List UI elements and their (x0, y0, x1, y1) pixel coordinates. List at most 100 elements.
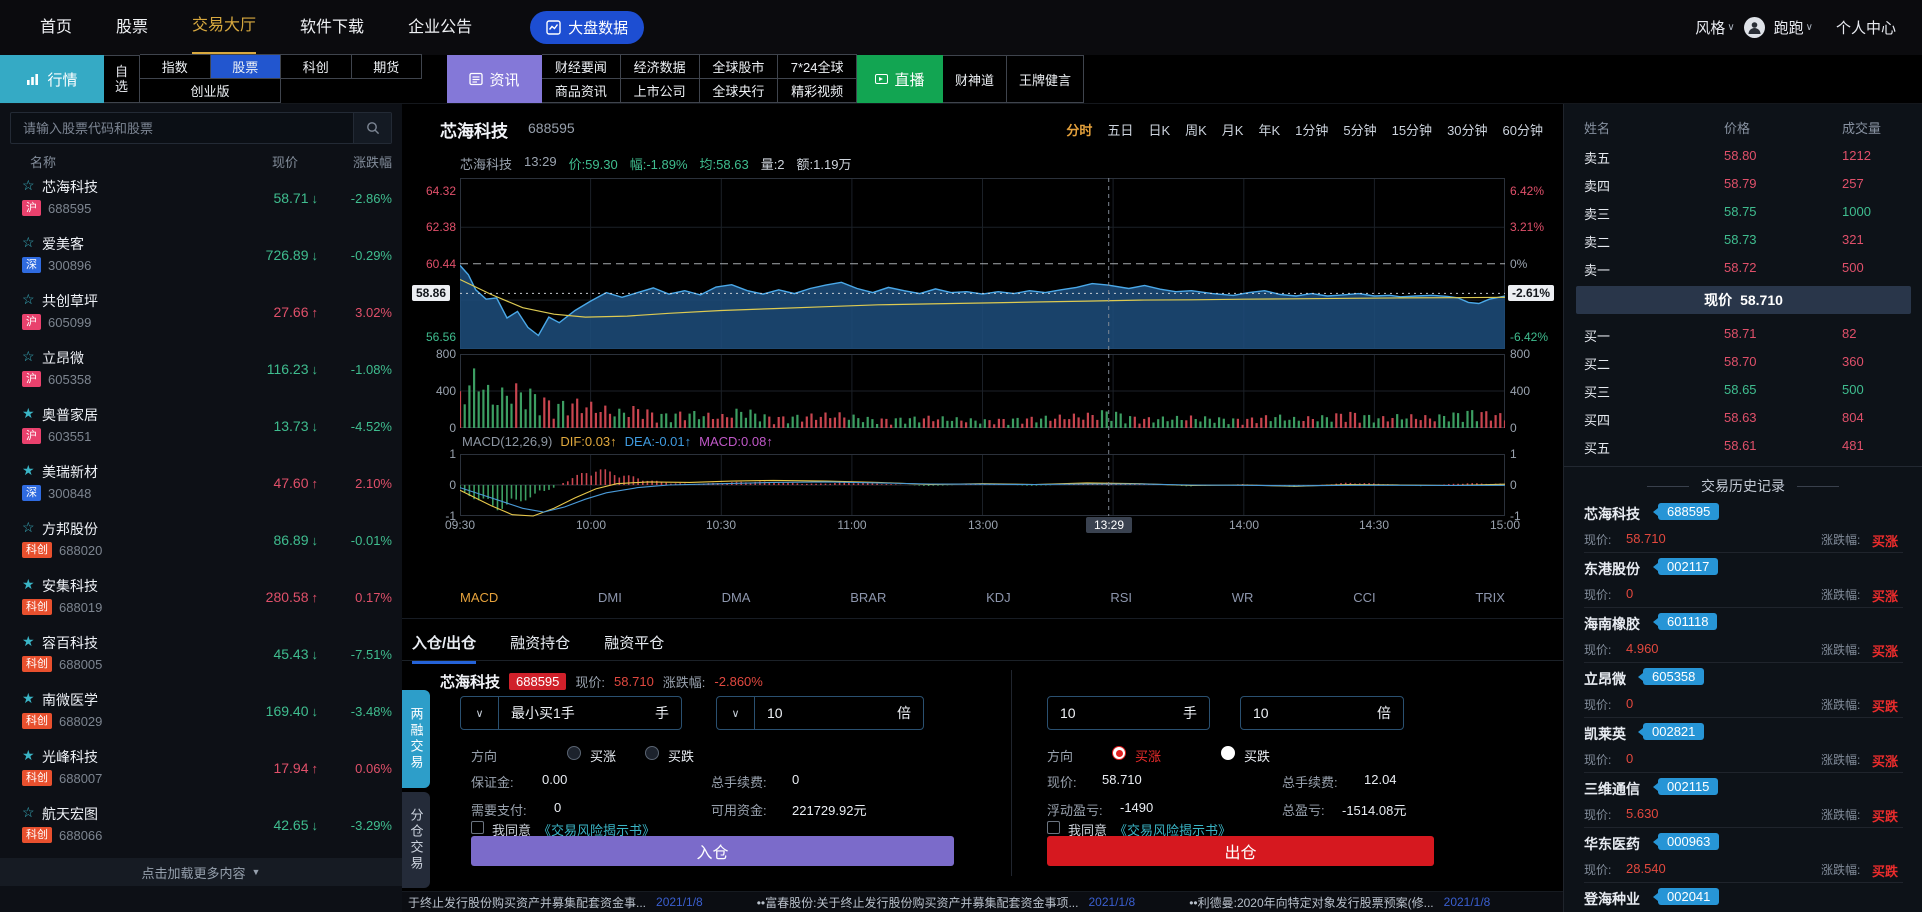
nav-item-软件下载[interactable]: 软件下载 (300, 0, 364, 55)
news-tab-财经要闻[interactable]: 财经要闻 (542, 54, 621, 79)
buy-down-radio[interactable] (1221, 746, 1235, 760)
order-book-row[interactable]: 买一 58.71 82 (1564, 320, 1922, 348)
period-tab-五日[interactable]: 五日 (1107, 120, 1133, 139)
market-tab-创业版[interactable]: 创业版 (140, 78, 281, 103)
nav-item-股票[interactable]: 股票 (116, 0, 148, 55)
star-hollow-icon[interactable]: ☆ (22, 519, 35, 536)
star-filled-icon[interactable]: ★ (22, 633, 35, 650)
style-menu[interactable]: 风格∨ (1695, 17, 1734, 38)
news-button[interactable]: 资讯 (447, 55, 542, 103)
period-tab-月K[interactable]: 月K (1222, 120, 1244, 139)
history-item[interactable]: 华东医药 000963 现价: 28.540 涨跌幅: 买跌 (1564, 830, 1922, 885)
live-button[interactable]: 直播 (857, 55, 943, 103)
star-filled-icon[interactable]: ★ (22, 405, 35, 422)
order-book-row[interactable]: 买三 58.65 500 (1564, 376, 1922, 404)
star-hollow-icon[interactable]: ☆ (22, 177, 35, 194)
history-item[interactable]: 立昂微 605358 现价: 0 涨跌幅: 买跌 (1564, 665, 1922, 720)
indicator-tab-TRIX[interactable]: TRIX (1475, 590, 1505, 605)
news-tab-全球央行[interactable]: 全球央行 (700, 78, 779, 103)
period-tab-30分钟[interactable]: 30分钟 (1447, 120, 1487, 139)
indicator-tab-WR[interactable]: WR (1232, 590, 1254, 605)
watchlist-row[interactable]: ☆ 爱美客 深300896 726.89↓ -0.29% (0, 227, 402, 284)
star-hollow-icon[interactable]: ☆ (22, 804, 35, 821)
star-hollow-icon[interactable]: ☆ (22, 234, 35, 251)
news-tab-商品资讯[interactable]: 商品资讯 (542, 78, 621, 103)
market-tab-期货[interactable]: 期货 (352, 54, 423, 79)
watchlist-row[interactable]: ★ 南微医学 科创688029 169.40↓ -3.48% (0, 683, 402, 740)
star-filled-icon[interactable]: ★ (22, 747, 35, 764)
search-icon[interactable] (353, 113, 391, 143)
quantity-dropdown[interactable]: ∨ 最小买1手 手 (460, 696, 682, 730)
intraday-chart[interactable] (460, 178, 1505, 523)
personal-center-link[interactable]: 个人中心 (1836, 17, 1896, 38)
indicator-tab-KDJ[interactable]: KDJ (986, 590, 1011, 605)
nav-item-交易大厅[interactable]: 交易大厅 (192, 0, 256, 55)
history-item[interactable]: 海南橡胶 601118 现价: 4.960 涨跌幅: 买涨 (1564, 610, 1922, 665)
market-tab-股票[interactable]: 股票 (211, 54, 282, 79)
history-item[interactable]: 芯海科技 688595 现价: 58.710 涨跌幅: 买涨 (1564, 500, 1922, 555)
enter-position-button[interactable]: 入仓 (471, 836, 954, 866)
order-book-row[interactable]: 卖二 58.73 321 (1564, 226, 1922, 254)
ticker-item[interactable]: 于终止发行股份购买资产并募集配套资金事... 2021/1/8 (408, 894, 703, 911)
ticker-item[interactable]: ••富春股份:关于终止发行股份购买资产并募集配套资金事项... 2021/1/8 (757, 894, 1135, 911)
star-filled-icon[interactable]: ★ (22, 576, 35, 593)
lev-input-right[interactable]: 10 倍 (1240, 696, 1404, 730)
exit-position-button[interactable]: 出仓 (1047, 836, 1434, 866)
history-item[interactable]: 三维通信 002115 现价: 5.630 涨跌幅: 买跌 (1564, 775, 1922, 830)
order-book-row[interactable]: 买五 58.61 481 (1564, 432, 1922, 460)
watchlist-row[interactable]: ★ 光峰科技 科创688007 17.94↑ 0.06% (0, 740, 402, 797)
agree-checkbox[interactable] (1047, 821, 1060, 834)
history-item[interactable]: 凯莱英 002821 现价: 0 涨跌幅: 买涨 (1564, 720, 1922, 775)
indicator-tab-DMA[interactable]: DMA (722, 590, 751, 605)
watchlist-row[interactable]: ☆ 立昂微 沪605358 116.23↓ -1.08% (0, 341, 402, 398)
period-tab-日K[interactable]: 日K (1148, 120, 1170, 139)
load-more-button[interactable]: 点击加载更多内容▼ (0, 858, 402, 886)
buy-down-label[interactable]: 买跌 (1244, 746, 1270, 765)
star-filled-icon[interactable]: ★ (22, 690, 35, 707)
quote-button[interactable]: 行情 (0, 55, 104, 103)
buy-up-label[interactable]: 买涨 (1135, 746, 1161, 765)
order-book-row[interactable]: 买四 58.63 804 (1564, 404, 1922, 432)
history-item[interactable]: 登海种业 002041 (1564, 885, 1922, 912)
order-book-row[interactable]: 卖一 58.72 500 (1564, 254, 1922, 282)
tab-王牌健言[interactable]: 王牌健言 (1007, 55, 1084, 103)
user-menu[interactable]: 跑跑∨ (1774, 17, 1813, 38)
market-tab-指数[interactable]: 指数 (140, 54, 211, 79)
news-tab-7*24全球[interactable]: 7*24全球 (778, 54, 857, 79)
indicator-tab-DMI[interactable]: DMI (598, 590, 622, 605)
news-tab-经济数据[interactable]: 经济数据 (621, 54, 700, 79)
avatar[interactable] (1744, 17, 1765, 38)
star-hollow-icon[interactable]: ☆ (22, 291, 35, 308)
period-tab-5分钟[interactable]: 5分钟 (1343, 120, 1376, 139)
leverage-dropdown[interactable]: ∨ 10 倍 (716, 696, 924, 730)
watchlist-row[interactable]: ★ 容百科技 科创688005 45.43↓ -7.51% (0, 626, 402, 683)
nav-item-首页[interactable]: 首页 (40, 0, 72, 55)
period-tab-15分钟[interactable]: 15分钟 (1392, 120, 1432, 139)
star-filled-icon[interactable]: ★ (22, 462, 35, 479)
order-book-row[interactable]: 卖五 58.80 1212 (1564, 142, 1922, 170)
watchlist-row[interactable]: ☆ 共创草坪 沪605099 27.66↑ 3.02% (0, 284, 402, 341)
chevron-down-icon[interactable]: ∨ (717, 697, 755, 729)
watchlist-row[interactable]: ★ 奥普家居 沪603551 13.73↓ -4.52% (0, 398, 402, 455)
news-tab-全球股市[interactable]: 全球股市 (700, 54, 779, 79)
indicator-tab-MACD[interactable]: MACD (460, 590, 498, 605)
nav-item-企业公告[interactable]: 企业公告 (408, 0, 472, 55)
ticker-item[interactable]: ••利德曼:2020年向特定对象发行股票预案(修... 2021/1/8 (1189, 894, 1490, 911)
period-tab-分时[interactable]: 分时 (1066, 120, 1092, 139)
indicator-tab-RSI[interactable]: RSI (1110, 590, 1132, 605)
buy-up-radio[interactable] (1112, 746, 1126, 760)
tab-财神道[interactable]: 财神道 (943, 55, 1007, 103)
history-item[interactable]: 东港股份 002117 现价: 0 涨跌幅: 买涨 (1564, 555, 1922, 610)
period-tab-60分钟[interactable]: 60分钟 (1503, 120, 1543, 139)
news-tab-精彩视频[interactable]: 精彩视频 (778, 78, 857, 103)
star-hollow-icon[interactable]: ☆ (22, 348, 35, 365)
news-tab-上市公司[interactable]: 上市公司 (621, 78, 700, 103)
tab-self-select[interactable]: 自选 (104, 55, 140, 103)
watchlist-row[interactable]: ★ 安集科技 科创688019 280.58↑ 0.17% (0, 569, 402, 626)
watchlist-row[interactable]: ☆ 方邦股份 科创688020 86.89↓ -0.01% (0, 512, 402, 569)
board-data-button[interactable]: 大盘数据 (530, 11, 644, 44)
watchlist-row[interactable]: ☆ 芯海科技 沪688595 58.71↓ -2.86% (0, 170, 402, 227)
order-book-row[interactable]: 卖三 58.75 1000 (1564, 198, 1922, 226)
qty-input-right[interactable]: 10 手 (1047, 696, 1210, 730)
order-book-row[interactable]: 卖四 58.79 257 (1564, 170, 1922, 198)
